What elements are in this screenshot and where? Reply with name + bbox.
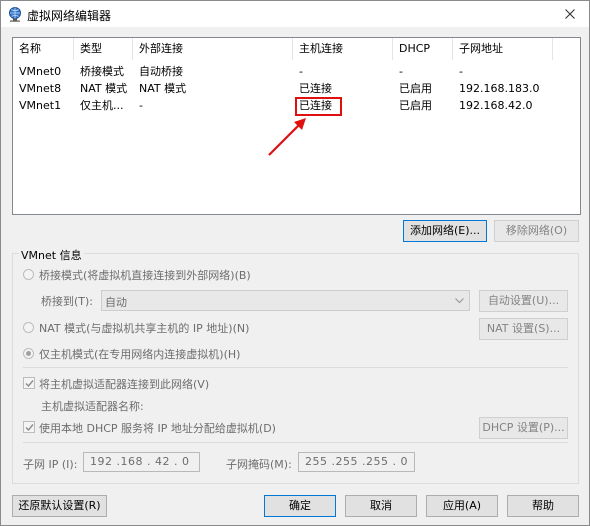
cell-host: 已连接: [299, 82, 332, 95]
title-bar: 虚拟网络编辑器: [1, 1, 589, 27]
cell-dhcp: 已启用: [399, 99, 432, 112]
cell-name: VMnet0: [19, 65, 62, 78]
host-only-mode-radio[interactable]: [23, 348, 34, 359]
cell-type: 仅主机...: [80, 99, 124, 112]
check-icon: [25, 424, 34, 432]
bridged-mode-label: 桥接模式(将虚拟机直接连接到外部网络)(B): [39, 269, 251, 282]
column-header-dhcp[interactable]: DHCP: [393, 38, 453, 60]
column-header-host[interactable]: 主机连接: [293, 38, 393, 60]
table-row[interactable]: VMnet8 NAT 模式 NAT 模式 已连接 已启用 192.168.183…: [13, 81, 580, 97]
restore-defaults-button[interactable]: 还原默认设置(R): [12, 495, 107, 517]
cell-name: VMnet1: [19, 99, 62, 112]
column-header-external[interactable]: 外部连接: [133, 38, 293, 60]
use-dhcp-checkbox[interactable]: [23, 421, 35, 433]
close-button[interactable]: [555, 1, 585, 27]
separator: [23, 442, 568, 443]
cell-type: 桥接模式: [80, 65, 124, 78]
vmnet-info-group: [12, 253, 579, 484]
connect-adapter-checkbox[interactable]: [23, 377, 35, 389]
ok-button[interactable]: 确定: [264, 495, 336, 517]
network-globe-icon: [9, 7, 21, 22]
close-icon: [565, 9, 575, 19]
subnet-ip-input[interactable]: 192 .168 . 42 . 0: [83, 452, 200, 472]
column-header-type[interactable]: 类型: [74, 38, 133, 60]
cell-subnet: 192.168.183.0: [459, 82, 540, 95]
use-dhcp-label: 使用本地 DHCP 服务将 IP 地址分配给虚拟机(D): [39, 422, 276, 435]
bridged-mode-radio[interactable]: [23, 269, 34, 280]
cell-name: VMnet8: [19, 82, 62, 95]
subnet-ip-label: 子网 IP (I):: [23, 458, 78, 471]
table-row[interactable]: VMnet0 桥接模式 自动桥接 - - -: [13, 64, 580, 80]
cell-dhcp: -: [399, 65, 403, 78]
cell-subnet: 192.168.42.0: [459, 99, 533, 112]
check-icon: [25, 380, 34, 388]
nat-mode-radio[interactable]: [23, 322, 34, 333]
connect-adapter-label: 将主机虚拟适配器连接到此网络(V): [39, 378, 210, 391]
vmnet-info-title: VMnet 信息: [19, 247, 84, 263]
bridged-to-value: 自动: [105, 296, 127, 309]
help-button[interactable]: 帮助: [507, 495, 579, 517]
column-header-name[interactable]: 名称: [13, 38, 74, 60]
add-network-button[interactable]: 添加网络(E)...: [403, 220, 487, 242]
cell-external: NAT 模式: [139, 82, 187, 95]
window-title: 虚拟网络编辑器: [27, 9, 112, 23]
cell-subnet: -: [459, 65, 463, 78]
bridged-to-label: 桥接到(T):: [41, 295, 94, 308]
cell-external: 自动桥接: [139, 65, 183, 78]
remove-network-button[interactable]: 移除网络(O): [494, 220, 579, 242]
apply-button[interactable]: 应用(A): [426, 495, 498, 517]
separator: [23, 367, 568, 368]
cancel-button[interactable]: 取消: [345, 495, 417, 517]
subnet-mask-label: 子网掩码(M):: [226, 458, 292, 471]
adapter-name-label: 主机虚拟适配器名称:: [41, 400, 144, 413]
column-header-subnet[interactable]: 子网地址: [453, 38, 553, 60]
cell-host: -: [299, 65, 303, 78]
host-only-mode-label: 仅主机模式(在专用网络内连接虚拟机)(H): [39, 348, 241, 361]
cell-dhcp: 已启用: [399, 82, 432, 95]
nat-settings-button[interactable]: NAT 设置(S)...: [479, 318, 568, 340]
dhcp-settings-button[interactable]: DHCP 设置(P)...: [479, 417, 568, 439]
list-header: 名称 类型 外部连接 主机连接 DHCP 子网地址: [13, 38, 580, 60]
bridged-to-select[interactable]: 自动: [101, 290, 470, 311]
subnet-mask-input[interactable]: 255 .255 .255 . 0: [298, 452, 415, 472]
cell-type: NAT 模式: [80, 82, 128, 95]
virtual-network-editor-window: 虚拟网络编辑器 名称 类型 外部连接 主机连接 DHCP 子网地址 VMnet0…: [0, 0, 590, 526]
auto-settings-button[interactable]: 自动设置(U)...: [479, 290, 568, 312]
nat-mode-label: NAT 模式(与虚拟机共享主机的 IP 地址)(N): [39, 322, 250, 335]
chevron-down-icon: [455, 298, 464, 304]
annotation-arrow-icon: [268, 118, 306, 156]
